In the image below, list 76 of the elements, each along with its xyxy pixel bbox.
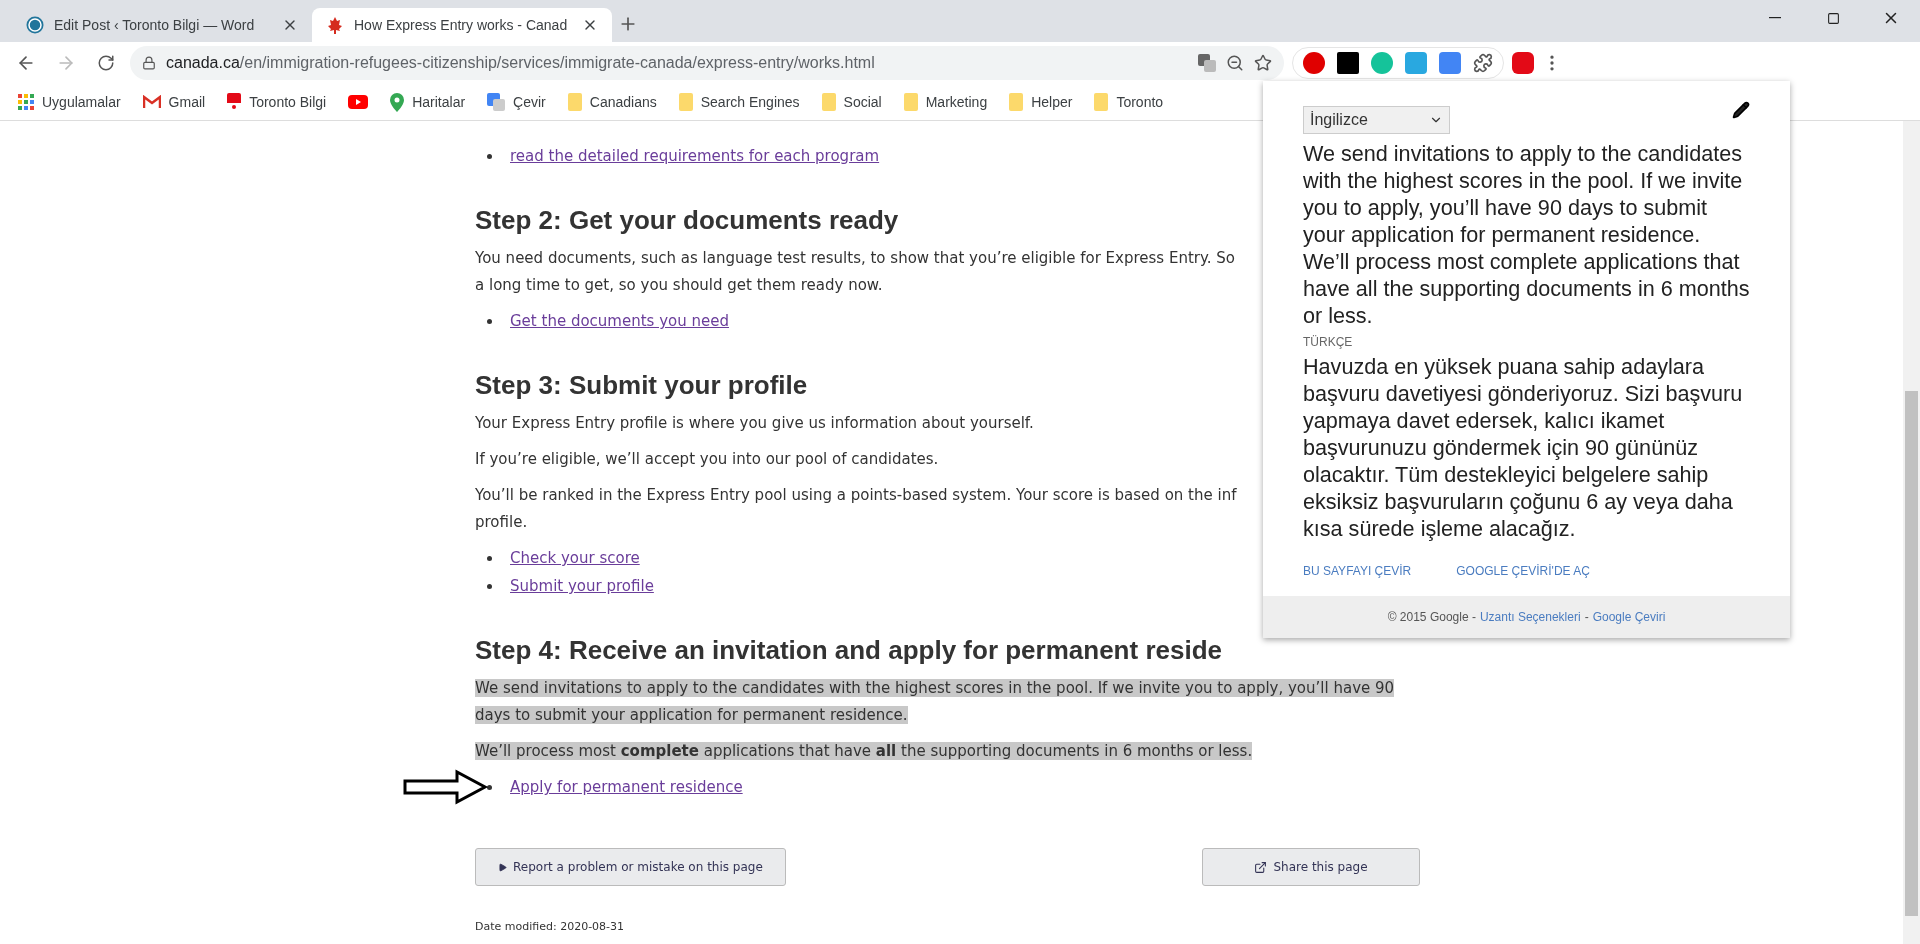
address-bar[interactable]: canada.ca/en/immigration-refugees-citizenship/services/immigrate-canada/express-entry/works.html — [130, 46, 1284, 80]
share-button[interactable]: Share this page — [1202, 848, 1420, 886]
bullet-icon — [487, 153, 492, 159]
paragraph-line: profile. — [475, 512, 528, 533]
wordpress-logo-icon — [26, 16, 44, 34]
browser-tab[interactable]: Edit Post ‹ Toronto Bilgi — Word — [12, 8, 312, 42]
extension-icon[interactable] — [1371, 52, 1393, 74]
bookmark-link[interactable]: Search Engines — [700, 94, 800, 110]
play-icon — [498, 862, 507, 872]
footer-text: © 2015 Google - — [1387, 610, 1476, 624]
folder-icon — [1094, 93, 1109, 111]
footer-text: - — [1584, 610, 1589, 624]
browser-tab[interactable]: How Express Entry works - Canad — [312, 8, 612, 42]
report-problem-button[interactable]: Report a problem or mistake on this page — [475, 848, 786, 886]
extension-icon[interactable] — [1303, 52, 1325, 74]
footer-link[interactable]: Uzantı Seçenekleri — [1479, 610, 1581, 624]
puzzle-icon[interactable] — [1473, 53, 1493, 73]
scrollbar[interactable] — [1903, 121, 1920, 944]
source-text: We send invitations to apply to the candidates with the highest scores in the pool. If we invite you to apply, you’ll have 90 days to submit your application for permanent residence. We’ll process most complete applications that have all the supporting documents in 6 months or less. — [1303, 140, 1751, 329]
link[interactable]: read the detailed requirements for each program — [510, 143, 880, 169]
maple-leaf-icon — [326, 16, 344, 34]
bookmark-link[interactable]: Marketing — [925, 94, 988, 110]
extension-icon[interactable] — [1439, 52, 1461, 74]
bookmark-link[interactable]: Çevir — [513, 94, 546, 110]
edit-icon[interactable] — [1732, 101, 1750, 119]
reload-icon — [97, 54, 115, 72]
paragraph: If you’re eligible, we’ll accept you into our pool of candidates. — [475, 449, 939, 470]
folder-icon — [567, 93, 582, 111]
bullet-icon — [487, 583, 492, 589]
paragraph-line: You’ll be ranked in the Express Entry pool using a points-based system. Your score is based on the inf — [475, 485, 1237, 506]
apps-grid-icon — [18, 94, 34, 110]
bookmark-link[interactable]: Social — [843, 94, 882, 110]
link[interactable]: Check your score — [510, 545, 640, 571]
map-pin-icon — [390, 92, 405, 112]
bookmark-link[interactable]: Canadians — [589, 94, 657, 110]
bookmark-link[interactable]: Helper — [1031, 94, 1073, 110]
share-icon — [1254, 860, 1268, 874]
action-link[interactable]: GOOGLE ÇEVİRİ'DE AÇ — [1456, 564, 1590, 578]
bookmark-link[interactable]: Toronto — [1116, 94, 1164, 110]
link[interactable]: Get the documents you need — [510, 308, 729, 334]
zoom-out-icon[interactable] — [1226, 54, 1244, 72]
restore-icon — [1826, 11, 1840, 25]
bullet-icon — [487, 318, 492, 324]
bullet-icon — [487, 784, 492, 790]
section-heading: Step 2: Get your documents ready — [475, 204, 899, 237]
link[interactable]: Submit your profile — [510, 573, 654, 599]
paragraph-line: You need documents, such as language test results, to show that you’re eligible for Express Entry. So — [475, 248, 1235, 269]
bookmark-star-icon[interactable] — [1254, 54, 1272, 72]
paragraph: We send invitations to apply to the candidates with the highest scores in the pool. If we invite you to apply, you’ll have 90 days to submit your application for permanent residence. — [475, 678, 1396, 726]
section-heading: Step 4: Receive an invitation and apply for permanent reside — [475, 634, 1222, 667]
link[interactable]: Apply for permanent residence — [510, 774, 743, 800]
bookmark-link[interactable]: Toronto Bilgi — [249, 94, 327, 110]
minimize-icon — [1769, 17, 1781, 19]
bookmark-link[interactable]: Gmail — [168, 94, 206, 110]
lock-icon — [142, 56, 156, 70]
target-language-label: TÜRKÇE — [1303, 335, 1353, 349]
action-link[interactable]: BU SAYFAYI ÇEVİR — [1303, 564, 1412, 578]
language-select[interactable]: İngilizce — [1303, 106, 1450, 134]
folder-icon — [678, 93, 693, 111]
paragraph: Your Express Entry profile is where you give us information about yourself. — [475, 413, 1034, 434]
footer-link[interactable]: Google Çeviri — [1592, 610, 1666, 624]
date-modified: Date modified: 2020-08-31 — [475, 920, 625, 933]
translated-text: Havuzda en yüksek puana sahip adaylara başvuru davetiyesi gönderiyoruz. Sizi başvuru yapmaya davet edersek, kalıcı ikamet başvurunuzu göndermek için 90 gününüz olacaktır. Tüm destekleyici belgelere sahip eksiksiz başvuruların çoğunu 6 ay veya daha kısa sürede işleme alacağız. — [1303, 353, 1744, 542]
play-logo-icon[interactable] — [348, 95, 369, 109]
folder-icon — [821, 93, 836, 111]
bullet-icon — [487, 555, 492, 561]
bookmark-link[interactable]: Haritalar — [412, 94, 466, 110]
flag-icon — [227, 93, 242, 111]
envelope-icon — [142, 95, 161, 109]
folder-icon — [1009, 93, 1024, 111]
section-heading: Step 3: Submit your profile — [475, 369, 808, 402]
profile-flag-icon[interactable] — [1512, 52, 1534, 74]
paragraph-line: a long time to get, so you should get them ready now. — [475, 275, 883, 296]
folder-icon — [903, 93, 918, 111]
paragraph: We’ll process most complete applications that have all the supporting documents in 6 months or less. — [475, 741, 1253, 762]
bookmark-link[interactable]: Uygulamalar — [42, 94, 121, 110]
